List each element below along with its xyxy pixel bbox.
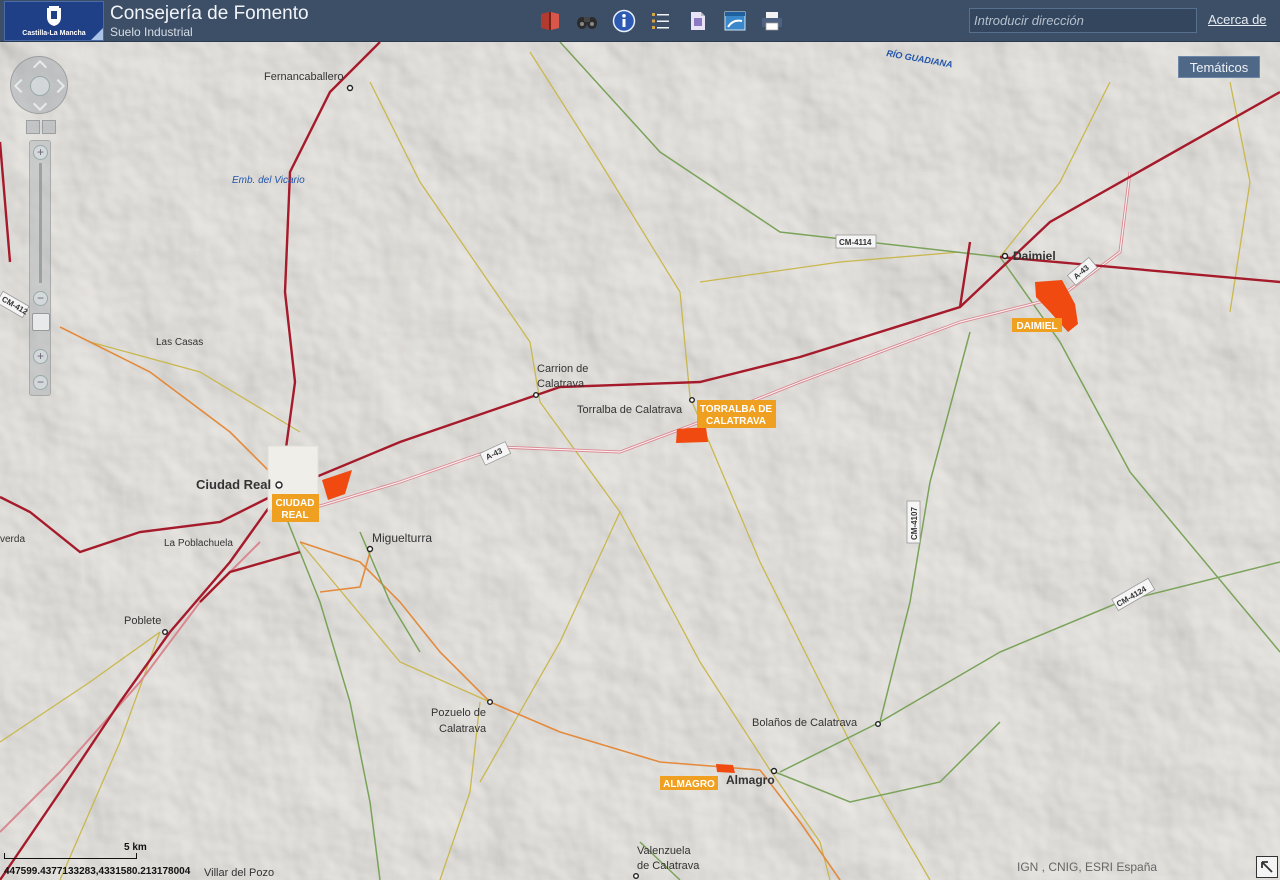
- zoom-in-button[interactable]: +: [33, 349, 48, 364]
- tematicos-button[interactable]: Temáticos: [1178, 56, 1260, 78]
- toolbar: [536, 7, 785, 35]
- pan-left-icon[interactable]: [13, 78, 29, 94]
- pan-hand-icon[interactable]: [32, 313, 50, 331]
- scale-bar: [4, 853, 137, 859]
- terrain-relief: [0, 42, 1280, 880]
- road-label-cm4107: CM-4107: [910, 507, 919, 540]
- binoculars-button[interactable]: [573, 7, 600, 34]
- pan-down-icon[interactable]: [32, 96, 48, 112]
- label-miguelturra: Miguelturra: [372, 531, 432, 545]
- next-extent-button[interactable]: [42, 120, 56, 134]
- label-la-poblachuela: La Poblachuela: [164, 538, 233, 549]
- label-daimiel: Daimiel: [1013, 249, 1056, 263]
- book-button[interactable]: [536, 7, 563, 34]
- document-button[interactable]: [684, 7, 711, 34]
- app-header: Castilla-La Mancha Consejería de Fomento…: [0, 0, 1280, 42]
- zoom-in-top-button[interactable]: +: [33, 145, 48, 160]
- label-valenzuela-line2: de Calatrava: [637, 860, 700, 872]
- industrial-label-ciudad-real-line2: REAL: [281, 510, 308, 521]
- zoom-out-button[interactable]: −: [33, 375, 48, 390]
- coordinate-readout: 447599.4377133283,4331580.213178004: [4, 866, 191, 877]
- info-button[interactable]: [610, 7, 637, 34]
- zoom-out-top-button[interactable]: −: [33, 291, 48, 306]
- label-carrion-line1: Carrion de: [537, 363, 588, 375]
- crest-icon: [47, 6, 61, 26]
- pan-up-icon[interactable]: [32, 59, 48, 75]
- scale-label: 5 km: [124, 842, 147, 853]
- overview-toggle-button[interactable]: [1256, 856, 1278, 878]
- printer-icon: [761, 11, 782, 30]
- label-poblete: Poblete: [124, 615, 161, 627]
- label-carrion-line2: Calatrava: [537, 378, 585, 390]
- zoom-slider[interactable]: + − + −: [29, 140, 51, 396]
- about-link[interactable]: Acerca de: [1208, 12, 1267, 27]
- expand-arrow-icon: [1261, 861, 1273, 873]
- label-ciudad-real: Ciudad Real: [196, 477, 271, 492]
- label-fernancaballero: Fernancaballero: [264, 71, 344, 83]
- label-verda: verda: [0, 534, 25, 545]
- print-button[interactable]: [758, 7, 785, 34]
- label-las-casas: Las Casas: [156, 337, 203, 348]
- road-label-cm4114: CM-4114: [839, 238, 872, 247]
- app-title: Consejería de Fomento: [110, 3, 309, 24]
- label-pozuelo-line2: Calatrava: [439, 723, 487, 735]
- document-icon: [690, 11, 705, 30]
- legend-button[interactable]: [647, 7, 674, 34]
- label-bolanos: Bolaños de Calatrava: [752, 717, 858, 729]
- binoculars-icon: [576, 16, 597, 29]
- logo-text: Castilla-La Mancha: [22, 30, 86, 37]
- list-icon: [651, 12, 669, 29]
- pan-right-icon[interactable]: [50, 78, 66, 94]
- map-view[interactable]: Fernancaballero Emb. del Vicario RÍO GUA…: [0, 42, 1280, 880]
- app-subtitle: Suelo Industrial: [110, 25, 193, 39]
- industrial-label-torralba-line2: CALATRAVA: [706, 416, 766, 427]
- extent-history: [26, 120, 56, 134]
- almagro-industrial-zone[interactable]: [716, 764, 735, 773]
- industrial-label-ciudad-real-line1: CIUDAD: [276, 498, 315, 509]
- label-pozuelo-line1: Pozuelo de: [431, 707, 486, 719]
- industrial-label-torralba-line1: TORRALBA DE: [700, 404, 773, 415]
- castilla-la-mancha-logo[interactable]: Castilla-La Mancha: [4, 1, 104, 41]
- label-villar-del-pozo: Villar del Pozo: [204, 867, 274, 879]
- pan-control[interactable]: [10, 56, 68, 114]
- torralba-industrial-zone[interactable]: [676, 427, 708, 443]
- book-icon: [540, 11, 559, 30]
- label-valenzuela-line1: Valenzuela: [637, 845, 691, 857]
- label-almagro: Almagro: [726, 773, 775, 787]
- info-icon: [612, 9, 635, 32]
- label-torralba: Torralba de Calatrava: [577, 404, 683, 416]
- map-attribution: IGN , CNIG, ESRI España: [1017, 860, 1158, 874]
- previous-extent-button[interactable]: [26, 120, 40, 134]
- industrial-label-daimiel: DAIMIEL: [1016, 321, 1057, 332]
- basemap[interactable]: Fernancaballero Emb. del Vicario RÍO GUA…: [0, 42, 1280, 880]
- address-search-input[interactable]: [969, 8, 1197, 33]
- industrial-label-almagro: ALMAGRO: [663, 779, 715, 790]
- pan-center-button[interactable]: [30, 76, 50, 96]
- map-window-button[interactable]: [721, 7, 748, 34]
- map-navigation-control: + − + −: [8, 54, 74, 400]
- label-emb-vicario: Emb. del Vicario: [232, 175, 305, 186]
- zoom-track[interactable]: [39, 163, 42, 283]
- map-window-icon: [724, 11, 745, 30]
- logo-corner: [91, 28, 103, 40]
